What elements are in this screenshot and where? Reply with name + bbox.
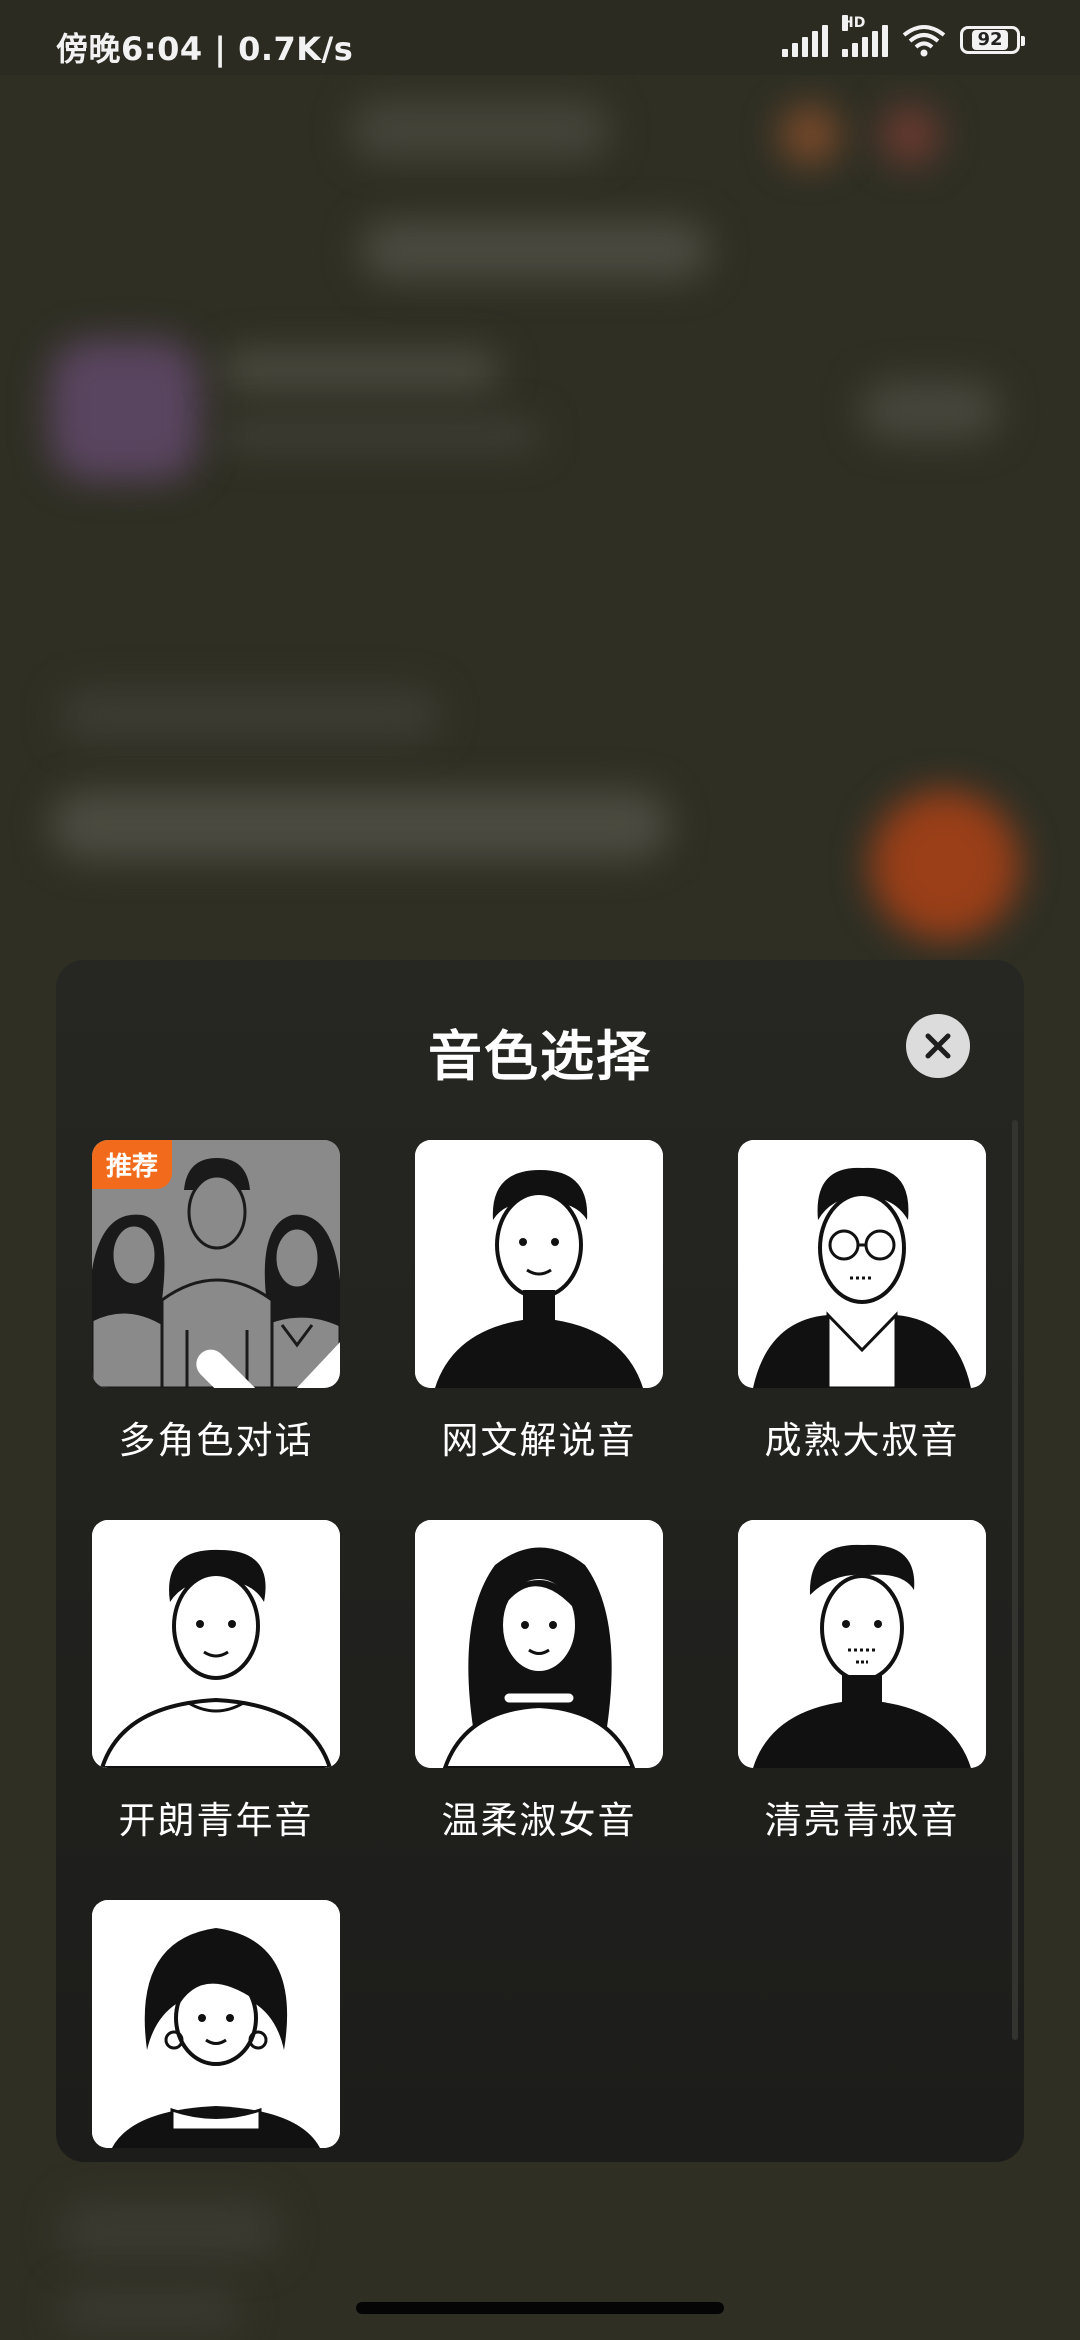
wifi-icon <box>902 25 946 57</box>
status-bar: 傍晚6:04 | 0.7K/s HD 92 <box>0 0 1080 75</box>
voice-card-clear-uncle[interactable] <box>738 1520 986 1768</box>
voice-label-gentle-lady: 温柔淑女音 <box>441 1799 637 1842</box>
hd-signal-icon: HD <box>842 15 888 57</box>
voice-card-multi-role[interactable]: 推荐 <box>92 1140 340 1388</box>
glasses-man-avatar-icon <box>738 1140 986 1388</box>
dialog-title: 音色选择 <box>428 1025 652 1088</box>
battery-level: 92 <box>972 30 1008 50</box>
young-man-avatar-icon <box>415 1140 663 1388</box>
status-time: 傍晚6:04 | 0.7K/s <box>56 30 354 68</box>
recommended-badge: 推荐 <box>92 1140 173 1189</box>
voice-label-mature-uncle: 成熟大叔音 <box>764 1419 960 1462</box>
uncle-avatar-icon <box>738 1520 986 1768</box>
voice-card-mature-uncle[interactable] <box>738 1140 986 1388</box>
voice-selection-dialog: 音色选择 推荐 多角色对话 网文解说音 成熟大叔音 开朗青年音 温柔淑女音 清亮… <box>56 960 1024 2162</box>
voice-card-short-hair-woman[interactable] <box>92 1900 340 2148</box>
cheerful-youth-avatar-icon <box>92 1520 340 1768</box>
voice-label-cheerful-youth: 开朗青年音 <box>118 1799 314 1842</box>
close-button[interactable] <box>906 1014 970 1078</box>
check-icon <box>196 1342 340 1388</box>
gentle-lady-avatar-icon <box>415 1520 663 1768</box>
hd-label: HD <box>842 15 866 31</box>
signal-icon <box>782 23 828 57</box>
close-icon <box>925 1033 951 1059</box>
voice-card-web-narration[interactable] <box>415 1140 663 1388</box>
voice-label-web-narration: 网文解说音 <box>441 1419 637 1462</box>
voice-card-cheerful-youth[interactable] <box>92 1520 340 1768</box>
voice-label-multi-role: 多角色对话 <box>118 1419 314 1462</box>
status-icons: HD 92 <box>782 15 1025 60</box>
battery-icon: 92 <box>960 26 1025 54</box>
scrollbar[interactable] <box>1012 1120 1018 2040</box>
voice-label-clear-uncle: 清亮青叔音 <box>764 1799 960 1842</box>
voice-card-gentle-lady[interactable] <box>415 1520 663 1768</box>
home-indicator[interactable] <box>356 2302 724 2314</box>
short-hair-woman-avatar-icon <box>92 1900 340 2148</box>
